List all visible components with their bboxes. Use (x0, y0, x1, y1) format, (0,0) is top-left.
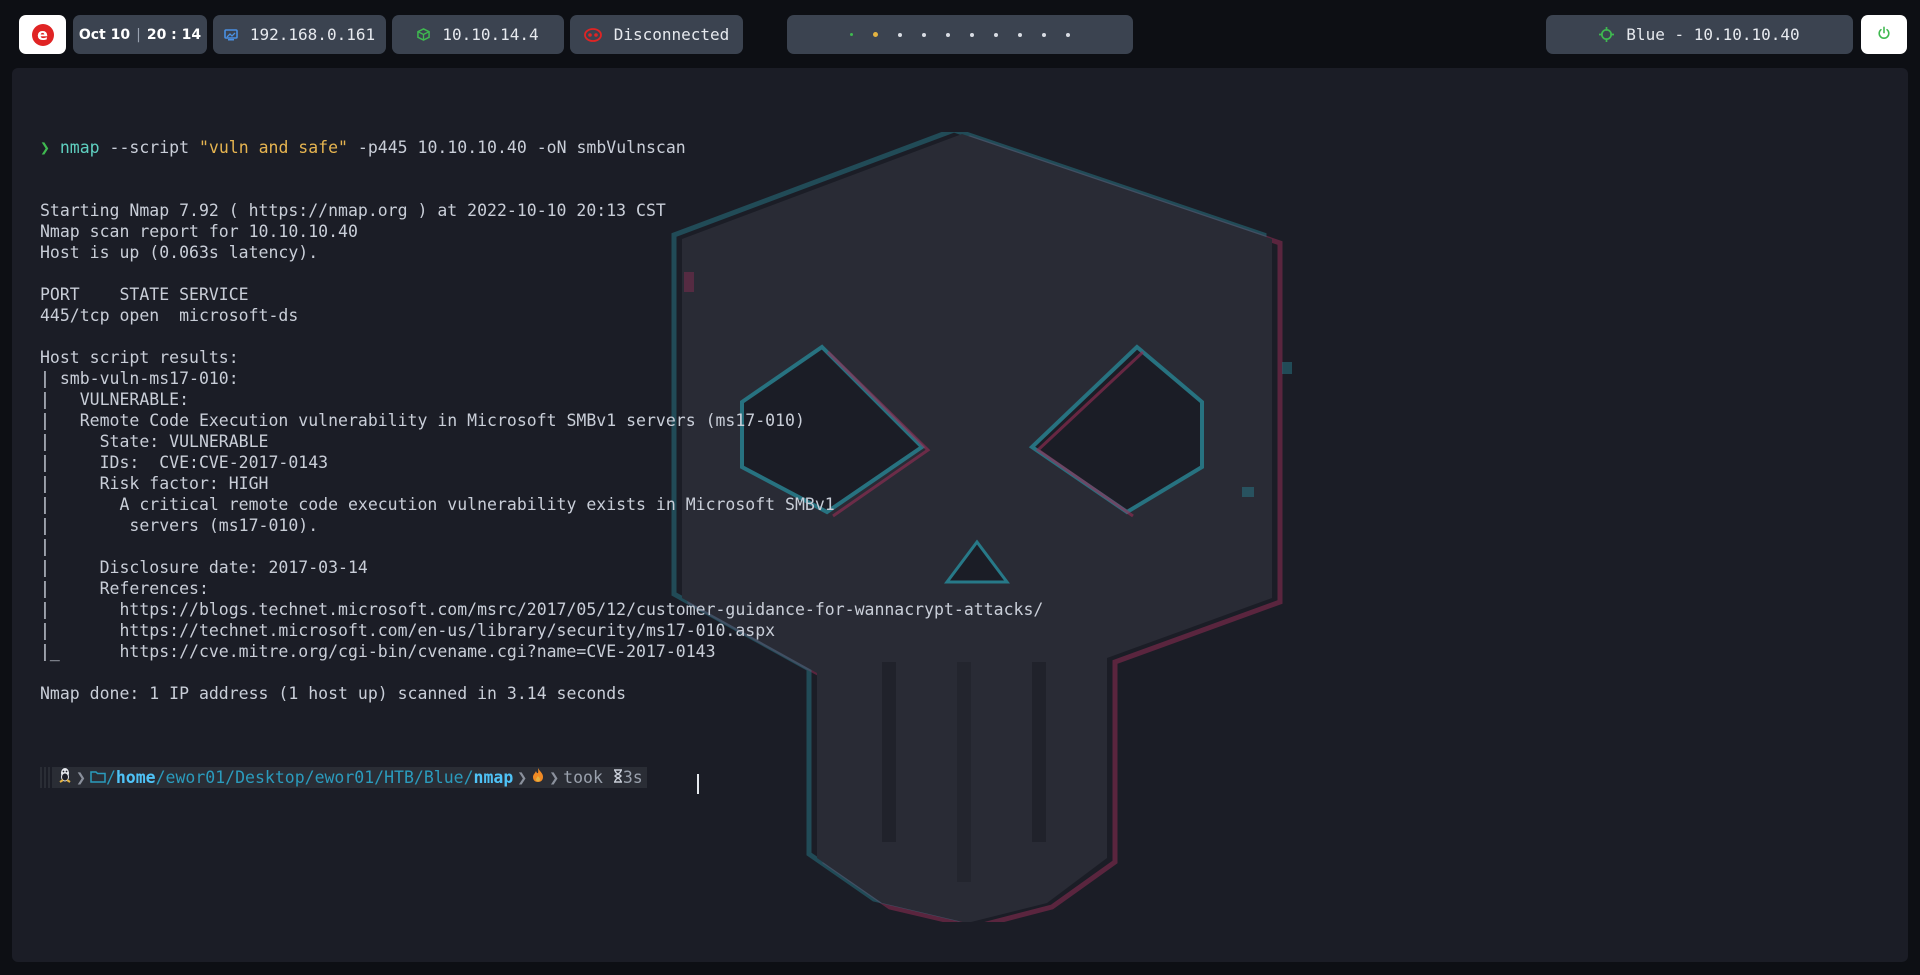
output-lines: Starting Nmap 7.92 ( https://nmap.org ) … (40, 200, 1043, 725)
top-bar: e Oct 10 | 20 : 14 192.168.0.161 10.10.1… (0, 0, 1920, 68)
time-label: 20 : 14 (146, 26, 202, 43)
output-line: | A critical remote code execution vulne… (40, 495, 835, 514)
output-line: | Risk factor: HIGH (40, 474, 269, 493)
target-machine-widget[interactable]: Blue - 10.10.10.40 (1546, 15, 1853, 54)
clock-separator: | (136, 26, 141, 43)
output-line: | References: (40, 579, 209, 598)
flame-icon (531, 767, 545, 788)
output-line: | smb-vuln-ms17-010: (40, 369, 239, 388)
workspace-4[interactable] (922, 32, 926, 37)
path-root-slash: / (105, 768, 116, 787)
output-line: |_ https://cve.mitre.org/cgi-bin/cvename… (40, 642, 716, 661)
local-ip-label: 192.168.0.161 (249, 25, 376, 44)
command-args: --script (99, 138, 199, 157)
workspace-6[interactable] (970, 32, 974, 37)
output-line: | (40, 537, 50, 556)
launcher-button[interactable]: e (19, 15, 66, 54)
output-line: | https://technet.microsoft.com/en-us/li… (40, 621, 776, 640)
workspace-1[interactable] (850, 33, 853, 36)
took-label: took (563, 768, 603, 787)
terminal-window[interactable]: ❯ nmap --script "vuln and safe" -p445 10… (12, 68, 1908, 962)
power-icon (1877, 25, 1891, 44)
workspace-5[interactable] (946, 32, 950, 37)
workspace-9[interactable] (1042, 32, 1046, 37)
output-line: Host is up (0.063s latency). (40, 243, 319, 262)
path-middle: /ewor01/Desktop/ewor01/HTB/Blue/ (155, 768, 474, 787)
workspace-8[interactable] (1018, 32, 1022, 37)
prompt-left-cap (40, 767, 54, 788)
path-home: home (115, 768, 156, 787)
command-line: ❯ nmap --script "vuln and safe" -p445 10… (40, 137, 1043, 158)
duration-label: 3s (622, 768, 643, 787)
workspace-3[interactable] (898, 32, 902, 37)
powerline-prompt: ❯ / home/ewor01/Desktop/ewor01/HTB/Blue/nm… (40, 767, 647, 788)
vpn-ip-widget[interactable]: 10.10.14.4 (392, 15, 564, 54)
monitor-icon (224, 28, 238, 41)
power-button[interactable] (1861, 15, 1907, 54)
prompt-arrow: ❯ (40, 138, 50, 157)
workspace-7[interactable] (994, 32, 998, 37)
output-line: PORT STATE SERVICE (40, 285, 249, 304)
chevron-right-icon: ❯ (549, 768, 560, 787)
crosshair-icon (1599, 27, 1615, 42)
workspace-2[interactable] (873, 32, 878, 37)
output-line: Nmap scan report for 10.10.10.40 (40, 222, 358, 241)
logo-icon: e (31, 23, 54, 46)
local-ip-widget[interactable]: 192.168.0.161 (213, 15, 386, 54)
path-current-dir: nmap (473, 768, 514, 787)
target-label: Blue - 10.10.10.40 (1626, 25, 1800, 44)
date-label: Oct 10 (78, 26, 131, 43)
output-line: Starting Nmap 7.92 ( https://nmap.org ) … (40, 201, 666, 220)
vpn-ip-label: 10.10.14.4 (442, 25, 539, 44)
chevron-right-icon: ❯ (517, 768, 528, 787)
output-line: | Disclosure date: 2017-03-14 (40, 558, 368, 577)
folder-icon (90, 767, 106, 788)
target-skull-icon (583, 27, 602, 42)
output-line: | Remote Code Execution vulnerability in… (40, 411, 805, 430)
output-line: | State: VULNERABLE (40, 432, 269, 451)
output-line: | IDs: CVE:CVE-2017-0143 (40, 453, 329, 472)
output-line: Host script results: (40, 348, 239, 367)
chevron-right-icon: ❯ (76, 768, 86, 787)
text-cursor (696, 773, 699, 794)
output-line: 445/tcp open microsoft-ds (40, 306, 299, 325)
prompt-os-segment: ❯ / home/ewor01/Desktop/ewor01/HTB/Blue/nm… (54, 767, 647, 788)
clock-widget[interactable]: Oct 10 | 20 : 14 (73, 15, 207, 54)
hourglass-icon (613, 767, 623, 788)
command-quoted-arg: "vuln and safe" (198, 138, 348, 157)
target-status-widget[interactable]: Disconnected (570, 15, 743, 54)
output-line: | VULNERABLE: (40, 390, 190, 409)
cube-icon (417, 28, 431, 41)
command-args-rest: -p445 10.10.10.40 -oN smbVulnscan (347, 138, 686, 157)
command-name: nmap (59, 138, 100, 157)
output-line: Nmap done: 1 IP address (1 host up) scan… (40, 684, 627, 703)
terminal-output: ❯ nmap --script "vuln and safe" -p445 10… (40, 95, 1043, 830)
status-label: Disconnected (613, 25, 730, 44)
linux-tux-icon (58, 767, 72, 788)
output-line: | https://blogs.technet.microsoft.com/ms… (40, 600, 1044, 619)
prompt-line[interactable]: ❯ / home/ewor01/Desktop/ewor01/HTB/Blue/nm… (40, 767, 1043, 794)
workspace-10[interactable] (1066, 32, 1070, 37)
workspace-switcher[interactable] (787, 15, 1133, 54)
output-line: | servers (ms17-010). (40, 516, 319, 535)
